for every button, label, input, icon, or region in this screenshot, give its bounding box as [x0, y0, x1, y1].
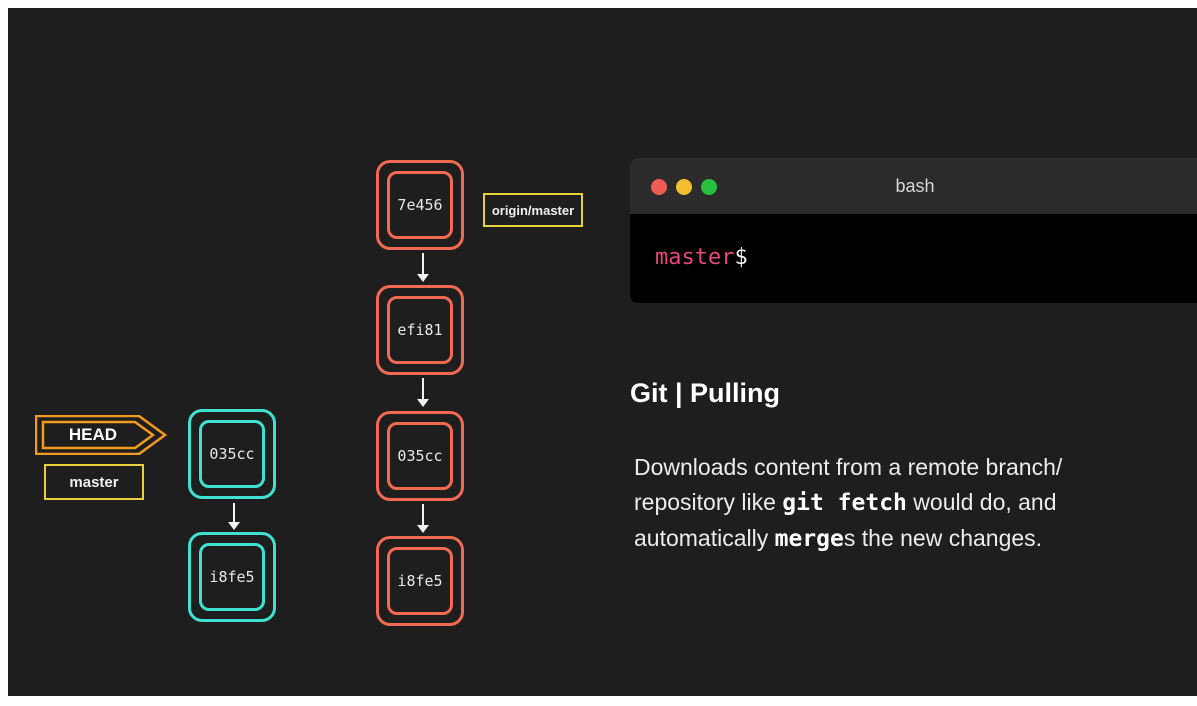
zoom-window-dot[interactable]	[701, 179, 717, 195]
head-label: HEAD	[68, 425, 118, 444]
commit-hash: efi81	[397, 321, 443, 339]
terminal-window: bash master$	[630, 158, 1197, 303]
code-merge: merge	[774, 526, 844, 552]
desc-text: would do, and	[906, 489, 1057, 515]
commit-arrow	[228, 503, 240, 530]
terminal-prompt[interactable]: master$	[655, 246, 748, 270]
terminal-title: bash	[895, 175, 935, 196]
slide-canvas: 7e456 efi81 035cc i8fe5 origin/master 03…	[8, 8, 1197, 696]
desc-text: s the new changes.	[843, 525, 1043, 551]
desc-text: automatically	[634, 525, 775, 551]
commit-arrow	[417, 504, 429, 533]
minimize-window-dot[interactable]	[676, 179, 692, 195]
master-tag: master	[44, 464, 144, 500]
desc-line-2: repository like git fetch would do, and	[634, 485, 1174, 521]
desc-line-3: automatically merges the new changes.	[634, 521, 1174, 557]
code-git-fetch: git fetch	[782, 490, 907, 516]
commit-hash: 035cc	[209, 445, 255, 463]
commit-arrow	[417, 378, 429, 407]
commit-hash: 035cc	[397, 447, 443, 465]
desc-line-1: Downloads content from a remote branch/	[634, 454, 1063, 480]
commit-arrow	[417, 253, 429, 282]
origin-master-tag: origin/master	[483, 193, 583, 227]
commit-hash: 7e456	[397, 196, 443, 214]
commit-hash: i8fe5	[397, 572, 443, 590]
commit-hash: i8fe5	[209, 568, 255, 586]
desc-text: repository like	[634, 489, 783, 515]
slide: 7e456 efi81 035cc i8fe5 origin/master 03…	[0, 0, 1197, 706]
close-window-dot[interactable]	[651, 179, 667, 195]
slide-description: Downloads content from a remote branch/ …	[634, 450, 1174, 557]
slide-heading: Git | Pulling	[630, 378, 781, 408]
terminal-title-bar: bash	[630, 158, 1197, 214]
prompt-symbol: $	[734, 245, 748, 270]
prompt-branch: master	[655, 245, 735, 270]
